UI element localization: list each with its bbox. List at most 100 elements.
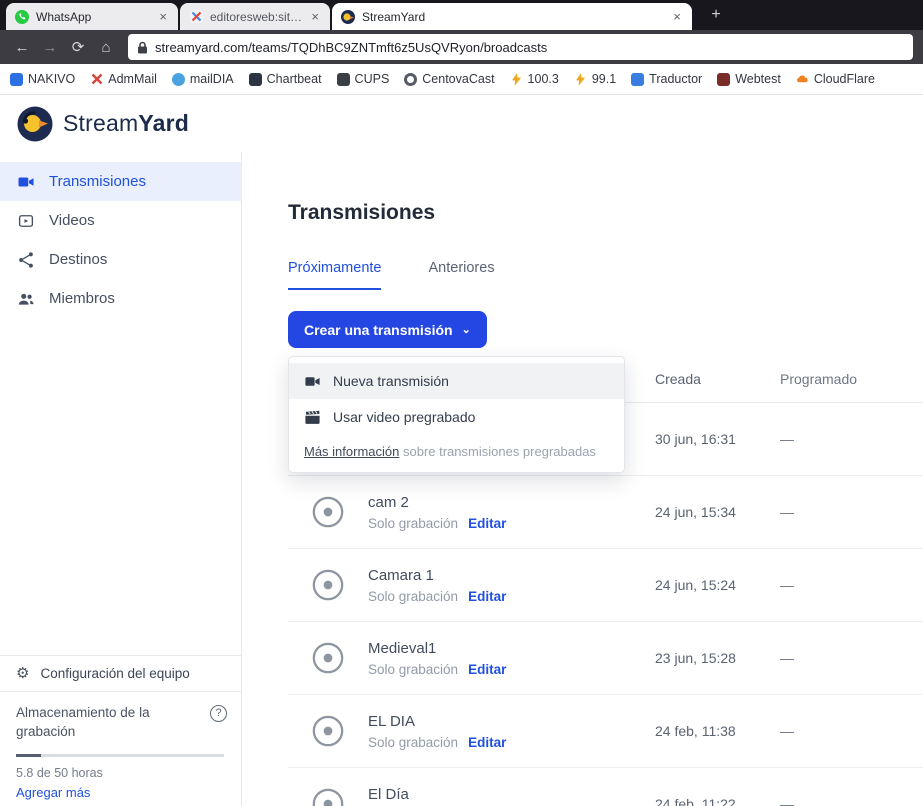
broadcast-subtitle: Solo grabación	[368, 735, 458, 750]
main-content: Transmisiones Próximamente Anteriores Cr…	[242, 152, 923, 806]
admmail-icon	[90, 73, 103, 86]
storage-label: Almacenamiento de la grabación	[16, 703, 181, 742]
record-icon	[311, 787, 345, 806]
bookmark-traductor[interactable]: Traductor	[631, 72, 702, 86]
scheduled-cell: —	[780, 723, 923, 739]
edit-link[interactable]: Editar	[468, 662, 506, 677]
storage-progress-fill	[16, 754, 41, 757]
sidebar-item-destinos[interactable]: Destinos	[0, 240, 241, 279]
lock-icon	[137, 41, 148, 54]
tab-proximamente[interactable]: Próximamente	[288, 260, 381, 290]
cloudflare-icon	[796, 73, 809, 86]
add-more-link[interactable]: Agregar más	[16, 785, 225, 800]
table-row[interactable]: El Día Solo grabación Editar 24 feb, 11:…	[288, 768, 923, 806]
sidebar-item-transmisiones[interactable]: Transmisiones	[0, 162, 241, 201]
scheduled-cell: —	[780, 504, 923, 520]
maildia-icon	[172, 73, 185, 86]
broadcast-name: EL DIA	[368, 713, 645, 730]
bookmark-admmail[interactable]: AdmMail	[90, 72, 157, 86]
column-header-created: Creada	[655, 371, 780, 387]
sidebar-item-label: Miembros	[49, 290, 115, 307]
close-icon[interactable]: ×	[157, 9, 169, 24]
bookmark-cloudflare[interactable]: CloudFlare	[796, 72, 875, 86]
people-icon	[17, 290, 35, 308]
tab-title: StreamYard	[362, 10, 664, 24]
table-row[interactable]: Camara 1 Solo grabación Editar 24 jun, 1…	[288, 549, 923, 622]
created-cell: 24 feb, 11:22	[655, 796, 780, 806]
content-tabs: Próximamente Anteriores	[288, 260, 923, 290]
sidebar-item-label: Videos	[49, 212, 95, 229]
bookmark-label: Traductor	[649, 72, 702, 86]
bookmark-100-3[interactable]: 100.3	[510, 72, 559, 86]
broadcast-subtitle: Solo grabación	[368, 516, 458, 531]
table-row[interactable]: cam 2 Solo grabación Editar 24 jun, 15:3…	[288, 476, 923, 549]
streamyard-logo[interactable]	[17, 106, 53, 142]
bookmark-label: mailDIA	[190, 72, 234, 86]
close-icon[interactable]: ×	[309, 9, 321, 24]
edit-link[interactable]: Editar	[468, 735, 506, 750]
tab-streamyard[interactable]: StreamYard ×	[332, 3, 692, 30]
bookmark-nakivo[interactable]: NAKIVO	[10, 72, 75, 86]
broadcast-name: Camara 1	[368, 567, 645, 584]
create-broadcast-menu: Nueva transmisión Usar video pregrabado …	[288, 356, 625, 473]
bookmark-label: NAKIVO	[28, 72, 75, 86]
menu-item-nueva-transmision[interactable]: Nueva transmisión	[289, 363, 624, 399]
forward-button[interactable]: →	[38, 39, 62, 56]
bookmark-99-1[interactable]: 99.1	[574, 72, 616, 86]
back-button[interactable]: ←	[10, 39, 34, 56]
sidebar-bottom: ⚙ Configuración del equipo Almacenamient…	[0, 655, 241, 806]
tab-anteriores[interactable]: Anteriores	[428, 260, 494, 290]
video-library-icon	[17, 212, 35, 230]
tab-whatsapp[interactable]: WhatsApp ×	[6, 3, 178, 30]
storage-progress-bar	[16, 754, 224, 757]
scheduled-cell: —	[780, 577, 923, 593]
traductor-icon	[631, 73, 644, 86]
storage-panel: Almacenamiento de la grabación ? 5.8 de …	[0, 691, 241, 806]
scheduled-cell: —	[780, 796, 923, 806]
bookmark-label: AdmMail	[108, 72, 157, 86]
brand-wordmark: StreamYard	[63, 110, 189, 137]
sidebar-item-miembros[interactable]: Miembros	[0, 279, 241, 318]
tab-editoresweb[interactable]: editoresweb:sitioweb:eldia.co ×	[180, 3, 330, 30]
created-cell: 24 feb, 11:38	[655, 723, 780, 739]
table-row[interactable]: EL DIA Solo grabación Editar 24 feb, 11:…	[288, 695, 923, 768]
bookmark-maildia[interactable]: mailDIA	[172, 72, 234, 86]
scheduled-cell: —	[780, 650, 923, 666]
bookmark-chartbeat[interactable]: Chartbeat	[249, 72, 322, 86]
url-bar[interactable]: streamyard.com/teams/TQDhBC9ZNTmft6z5UsQ…	[128, 34, 913, 60]
create-broadcast-button[interactable]: Crear una transmisión ⌄	[288, 311, 487, 348]
menu-item-video-pregrabado[interactable]: Usar video pregrabado	[289, 399, 624, 435]
bookmark-label: 99.1	[592, 72, 616, 86]
camera-icon	[304, 373, 321, 390]
team-settings-button[interactable]: ⚙ Configuración del equipo	[0, 655, 241, 691]
help-icon[interactable]: ?	[210, 705, 227, 722]
tab-title: editoresweb:sitioweb:eldia.co	[210, 10, 302, 24]
sidebar-item-videos[interactable]: Videos	[0, 201, 241, 240]
edit-link[interactable]: Editar	[468, 589, 506, 604]
menu-item-label: Usar video pregrabado	[333, 409, 475, 425]
reload-button[interactable]: ⟳	[66, 38, 90, 56]
camera-icon	[17, 173, 35, 191]
bookmark-label: Chartbeat	[267, 72, 322, 86]
bookmark-centovacast[interactable]: CentovaCast	[404, 72, 494, 86]
bookmark-label: 100.3	[528, 72, 559, 86]
bookmark-cups[interactable]: CUPS	[337, 72, 390, 86]
centovacast-icon	[404, 73, 417, 86]
close-icon[interactable]: ×	[671, 9, 683, 24]
home-button[interactable]: ⌂	[94, 39, 118, 56]
created-cell: 24 jun, 15:34	[655, 504, 780, 520]
sidebar-nav: Transmisiones Videos Destinos Miembros	[0, 152, 241, 318]
cups-icon	[337, 73, 350, 86]
create-broadcast-label: Crear una transmisión	[304, 322, 453, 338]
record-icon	[311, 568, 345, 602]
menu-info-text: Más información sobre transmisiones preg…	[289, 435, 624, 470]
bookmark-label: CentovaCast	[422, 72, 494, 86]
nakivo-icon	[10, 73, 23, 86]
bookmark-webtest[interactable]: Webtest	[717, 72, 781, 86]
url-text: streamyard.com/teams/TQDhBC9ZNTmft6z5UsQ…	[155, 40, 547, 55]
new-tab-button[interactable]: +	[704, 3, 728, 27]
sidebar-item-label: Transmisiones	[49, 173, 146, 190]
more-info-link[interactable]: Más información	[304, 444, 399, 459]
table-row[interactable]: Medieval1 Solo grabación Editar 23 jun, …	[288, 622, 923, 695]
edit-link[interactable]: Editar	[468, 516, 506, 531]
